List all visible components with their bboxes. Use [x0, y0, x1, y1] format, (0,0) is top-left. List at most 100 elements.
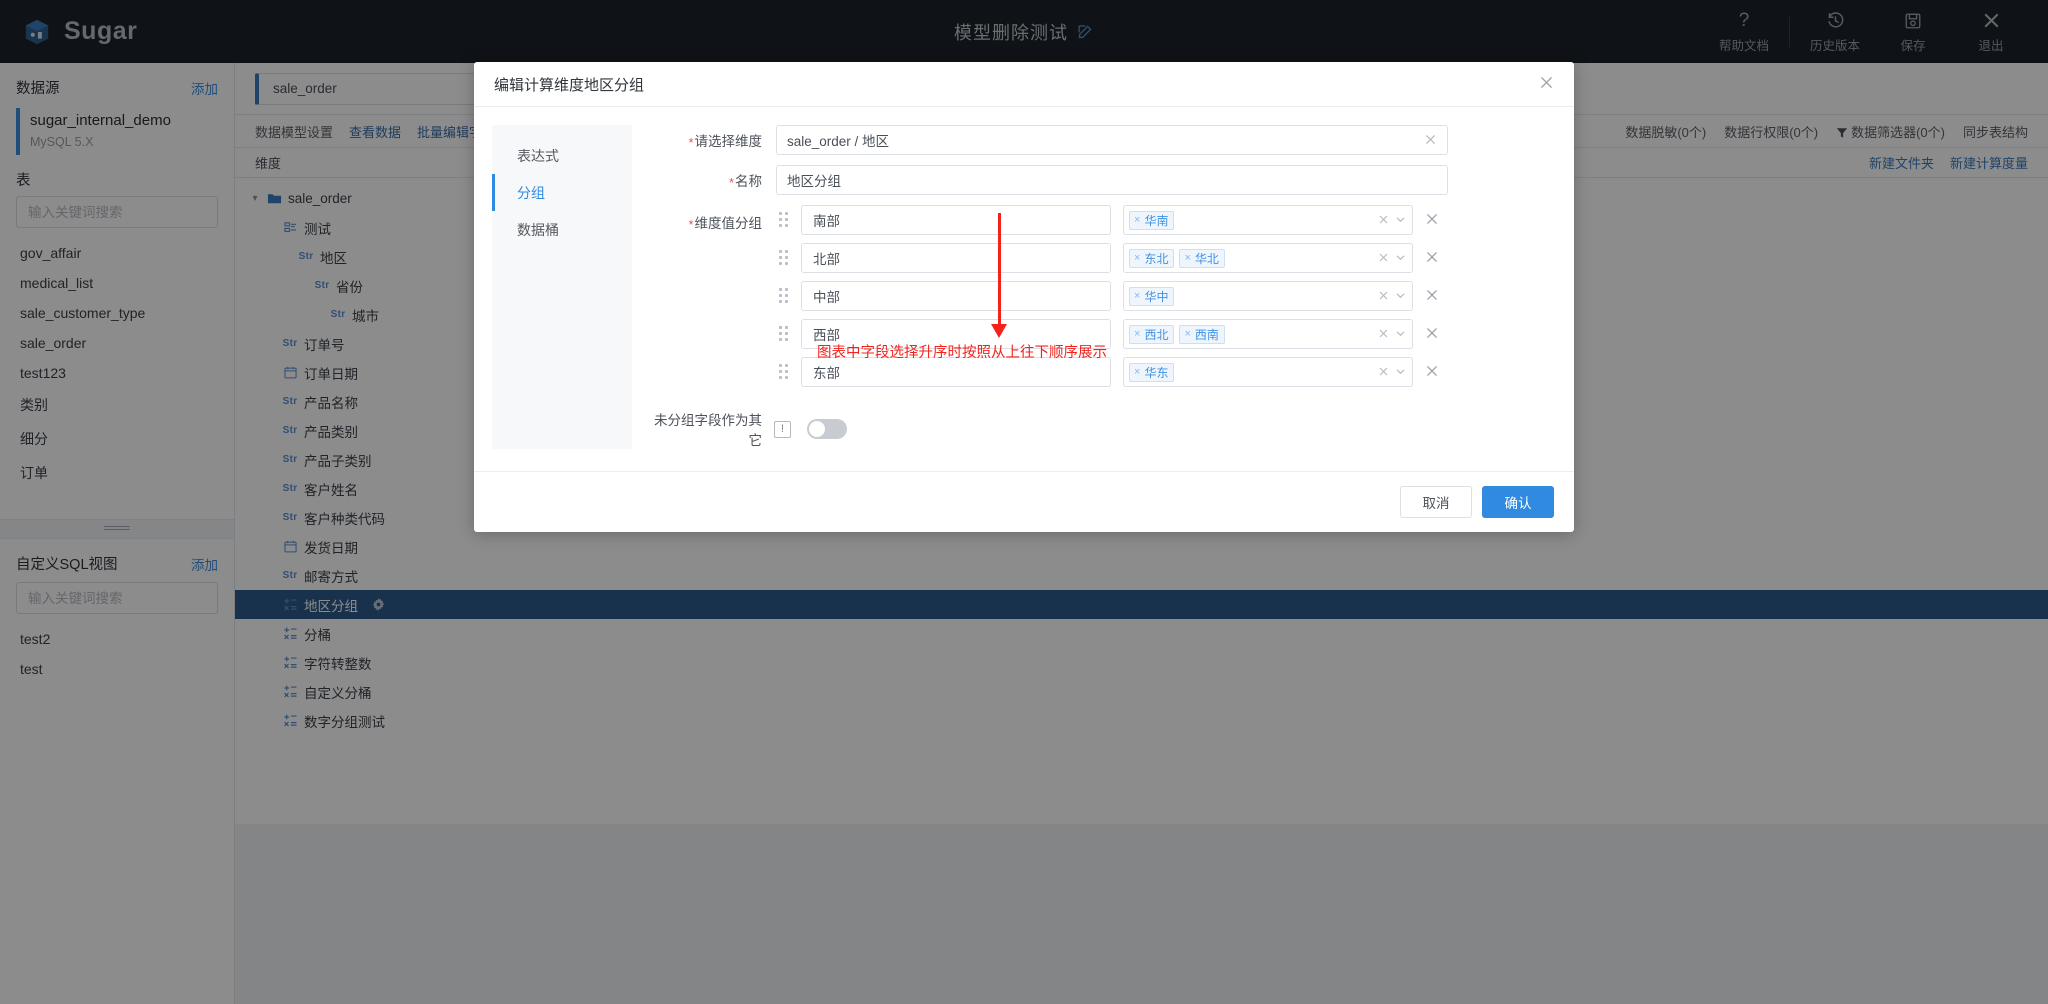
toggle-knob — [809, 421, 825, 437]
group-row: 南部 × 华南 — [776, 205, 1554, 235]
name-label-text: 名称 — [735, 174, 762, 189]
dimension-field-row: *请选择维度 sale_order / 地区 — [642, 125, 1554, 155]
remove-tag-icon[interactable]: × — [1184, 328, 1190, 340]
group-values-select[interactable]: × 华中 — [1123, 281, 1413, 311]
group-row: 北部 × 东北 × 华北 — [776, 243, 1554, 273]
value-tag-label: 西南 — [1194, 327, 1219, 342]
group-name-value: 北部 — [813, 252, 840, 267]
clear-x-icon[interactable] — [1378, 290, 1389, 303]
chevron-down-icon[interactable] — [1395, 366, 1406, 379]
annotation-text: 图表中字段选择升序时按照从上往下顺序展示 — [817, 345, 1107, 361]
dialog-header: 编辑计算维度地区分组 — [474, 62, 1574, 107]
remove-tag-icon[interactable]: × — [1184, 252, 1190, 264]
value-tag-label: 华北 — [1194, 251, 1219, 266]
drag-handle-icon[interactable] — [776, 211, 792, 229]
dialog-tabs: 表达式 分组 数据桶 — [492, 125, 632, 449]
groups-label-text: 维度值分组 — [694, 216, 763, 231]
value-tag: × 华南 — [1129, 210, 1175, 230]
group-name-input[interactable]: 北部 — [801, 243, 1111, 273]
name-field-row: *名称 地区分组 — [642, 165, 1554, 195]
chevron-down-icon[interactable] — [1395, 290, 1406, 303]
group-values-select[interactable]: × 华南 — [1123, 205, 1413, 235]
ungrouped-as-other-label: 未分组字段作为其它 — [654, 413, 762, 448]
name-input-value: 地区分组 — [787, 174, 841, 189]
group-values-select[interactable]: × 西北 × 西南 — [1123, 319, 1413, 349]
value-tag: × 华东 — [1129, 362, 1175, 382]
group-name-value: 中部 — [813, 290, 840, 305]
chevron-down-icon[interactable] — [1395, 252, 1406, 265]
groups-field-row: *维度值分组 南部 × 华南 北部 × 东北 × 华北 中部 × 华中 西部 × 西北 × 西南 东部 × 华东 — [642, 205, 1554, 395]
select-actions — [1378, 214, 1406, 227]
dialog-form: *请选择维度 sale_order / 地区 *名称 地区分组 *维度值分组 南… — [632, 125, 1554, 449]
drag-handle-icon[interactable] — [776, 249, 792, 267]
ungrouped-as-other-toggle[interactable] — [807, 419, 847, 439]
group-values-select[interactable]: × 东北 × 华北 — [1123, 243, 1413, 273]
value-tag: × 东北 — [1129, 248, 1175, 268]
dimension-field-label: *请选择维度 — [642, 130, 776, 150]
remove-tag-icon[interactable]: × — [1134, 290, 1140, 302]
drag-handle-icon[interactable] — [776, 287, 792, 305]
clear-x-icon[interactable] — [1378, 252, 1389, 265]
remove-tag-icon[interactable]: × — [1134, 366, 1140, 378]
dimension-select-value: sale_order / 地区 — [787, 134, 890, 149]
value-tag: × 西南 — [1179, 324, 1225, 344]
select-actions — [1378, 366, 1406, 379]
close-x-icon[interactable] — [1539, 75, 1554, 93]
chevron-down-icon[interactable] — [1395, 328, 1406, 341]
group-name-input[interactable]: 中部 — [801, 281, 1111, 311]
name-input[interactable]: 地区分组 — [776, 165, 1448, 195]
value-tag-label: 东北 — [1144, 251, 1169, 266]
cancel-button[interactable]: 取消 — [1400, 486, 1472, 518]
annotation-arrow — [991, 213, 1007, 338]
group-row: 中部 × 华中 — [776, 281, 1554, 311]
value-tag: × 华中 — [1129, 286, 1175, 306]
delete-group-row-button[interactable] — [1425, 212, 1439, 229]
drag-handle-icon[interactable] — [776, 325, 792, 343]
delete-group-row-button[interactable] — [1425, 250, 1439, 267]
dialog-body: 表达式 分组 数据桶 *请选择维度 sale_order / 地区 *名称 地区… — [474, 107, 1574, 471]
info-exclamation-icon[interactable]: ! — [774, 420, 791, 438]
dimension-label-text: 请选择维度 — [694, 134, 763, 149]
group-values-select[interactable]: × 华东 — [1123, 357, 1413, 387]
value-tag-label: 华东 — [1144, 365, 1169, 380]
select-actions — [1378, 252, 1406, 265]
dialog-title: 编辑计算维度地区分组 — [494, 76, 645, 94]
clear-x-icon[interactable] — [1378, 214, 1389, 227]
remove-tag-icon[interactable]: × — [1134, 328, 1140, 340]
required-asterisk: * — [688, 135, 694, 150]
confirm-button[interactable]: 确认 — [1482, 486, 1554, 518]
delete-group-row-button[interactable] — [1425, 364, 1439, 381]
group-name-value: 东部 — [813, 366, 840, 381]
value-tag-label: 西北 — [1144, 327, 1169, 342]
remove-tag-icon[interactable]: × — [1134, 252, 1140, 264]
drag-handle-icon[interactable] — [776, 363, 792, 381]
dialog-tab-0[interactable]: 表达式 — [492, 137, 632, 174]
dialog-footer: 取消 确认 — [474, 471, 1574, 532]
group-name-input[interactable]: 南部 — [801, 205, 1111, 235]
clear-x-icon[interactable] — [1378, 328, 1389, 341]
name-field-label: *名称 — [642, 170, 776, 190]
dimension-select[interactable]: sale_order / 地区 — [776, 125, 1448, 155]
value-tag: × 西北 — [1129, 324, 1175, 344]
clear-x-icon[interactable] — [1424, 133, 1437, 148]
required-asterisk: * — [728, 175, 734, 190]
groups-field-label: *维度值分组 — [642, 205, 776, 232]
dimension-field-control: sale_order / 地区 — [776, 125, 1554, 155]
dialog-tab-2[interactable]: 数据桶 — [492, 211, 632, 248]
dialog-tab-1[interactable]: 分组 — [492, 174, 632, 211]
value-tag: × 华北 — [1179, 248, 1225, 268]
value-tag-label: 华南 — [1144, 213, 1169, 228]
name-field-control: 地区分组 — [776, 165, 1554, 195]
delete-group-row-button[interactable] — [1425, 326, 1439, 343]
required-asterisk: * — [688, 217, 694, 232]
clear-x-icon[interactable] — [1378, 366, 1389, 379]
chevron-down-icon[interactable] — [1395, 214, 1406, 227]
edit-calc-dimension-dialog: 编辑计算维度地区分组 表达式 分组 数据桶 *请选择维度 sale_order / … — [474, 62, 1574, 532]
group-name-value: 南部 — [813, 214, 840, 229]
delete-group-row-button[interactable] — [1425, 288, 1439, 305]
ungrouped-as-other-row: 未分组字段作为其它 ! — [642, 409, 1554, 449]
select-actions — [1378, 290, 1406, 303]
remove-tag-icon[interactable]: × — [1134, 214, 1140, 226]
groups-list: 南部 × 华南 北部 × 东北 × 华北 中部 × 华中 西部 × 西北 × 西南 东部 × 华东 — [776, 205, 1554, 395]
select-actions — [1378, 328, 1406, 341]
